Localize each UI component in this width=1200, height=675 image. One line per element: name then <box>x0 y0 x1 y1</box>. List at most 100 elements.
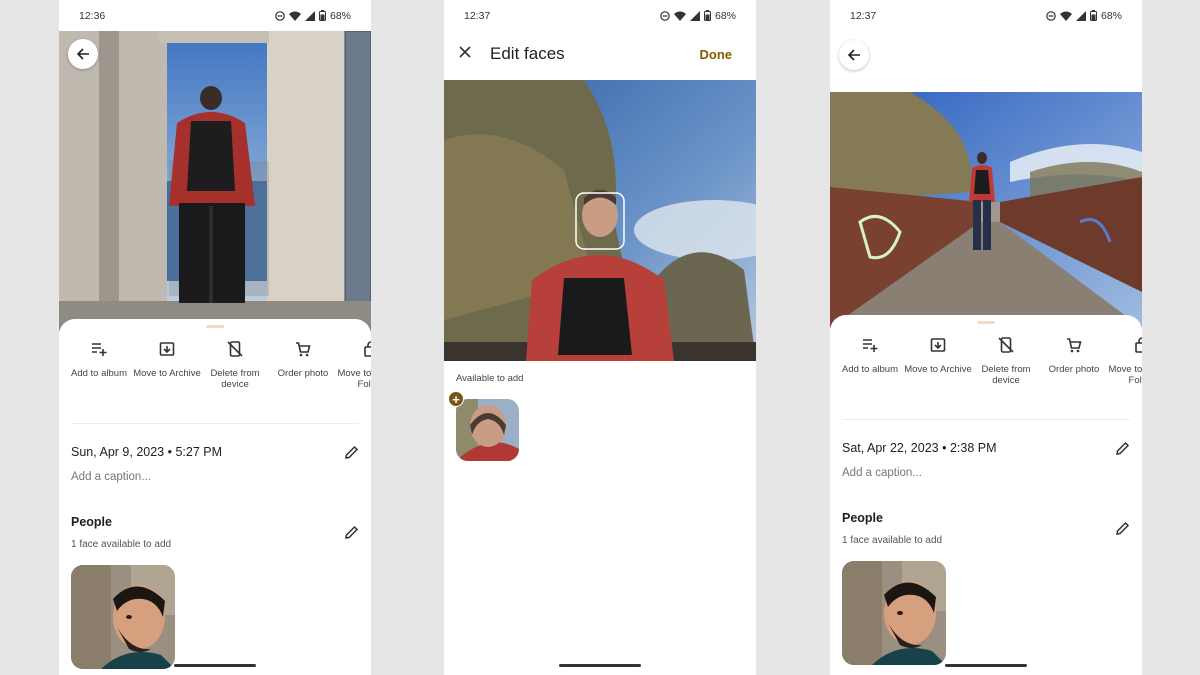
status-time: 12:37 <box>850 9 877 22</box>
cart-icon <box>1067 338 1082 353</box>
delete-from-device-button[interactable]: Delete from device <box>972 337 1040 386</box>
status-bar: 12:37 68% <box>444 0 756 31</box>
photo-man-bridge <box>830 92 1142 328</box>
delete-device-icon <box>998 337 1014 353</box>
archive-icon <box>159 342 175 356</box>
status-icons: 68% <box>275 10 351 22</box>
photo-datetime: Sat, Apr 22, 2023 • 2:38 PM <box>842 441 997 455</box>
move-to-archive-label: Move to Archive <box>133 368 201 379</box>
order-photo-button[interactable]: Order photo <box>1040 337 1108 375</box>
edit-people-icon[interactable] <box>1115 521 1130 536</box>
status-icons: 68% <box>1046 10 1122 22</box>
battery-icon <box>1089 10 1097 21</box>
people-heading: People <box>842 511 883 525</box>
home-indicator[interactable] <box>174 664 256 667</box>
status-bar: 12:37 68% <box>830 0 1142 31</box>
delete-from-device-button[interactable]: Delete from device <box>201 341 269 390</box>
do-not-disturb-icon <box>275 10 285 21</box>
wifi-icon <box>673 11 686 21</box>
home-indicator[interactable] <box>559 664 641 667</box>
back-button[interactable] <box>839 40 869 70</box>
edit-faces-header: Edit faces Done <box>444 31 756 79</box>
people-heading: People <box>71 515 112 529</box>
battery-percent: 68% <box>1100 9 1122 22</box>
photo-time: 2:38 PM <box>949 441 997 455</box>
battery-percent: 68% <box>329 9 351 22</box>
status-time: 12:36 <box>79 9 106 22</box>
details-sheet: Add to album Move to Archive Delete from… <box>830 315 1142 675</box>
status-bar: 12:36 68% <box>59 0 371 31</box>
playlist-add-icon <box>92 343 107 356</box>
action-row: Add to album Move to Archive Delete from… <box>59 341 371 421</box>
edit-datetime-icon[interactable] <box>1115 441 1130 456</box>
person-face-thumbnail[interactable] <box>71 565 175 669</box>
move-to-archive-label: Move to Archive <box>904 364 972 375</box>
order-photo-label: Order photo <box>1048 364 1100 375</box>
signal-icon <box>304 10 315 21</box>
available-to-add-label: Available to add <box>456 373 524 384</box>
add-to-album-button[interactable]: Add to album <box>65 341 133 379</box>
status-time: 12:37 <box>464 9 491 22</box>
arrow-back-icon <box>76 48 89 60</box>
photo-time: 5:27 PM <box>175 445 223 459</box>
separator-dot: • <box>942 441 950 455</box>
sheet-handle[interactable] <box>977 321 995 324</box>
edit-people-icon[interactable] <box>344 525 359 540</box>
photo-detail-screen-1: 12:36 68% Add to album Move to Archive D… <box>59 0 371 675</box>
sheet-handle[interactable] <box>206 325 224 328</box>
archive-icon <box>930 338 946 352</box>
people-subtitle: 1 face available to add <box>71 539 172 550</box>
face-photo <box>71 565 175 669</box>
home-indicator[interactable] <box>945 664 1027 667</box>
order-photo-label: Order photo <box>277 368 329 379</box>
photo-date: Sat, Apr 22, 2023 <box>842 441 939 455</box>
face-photo <box>842 561 946 665</box>
divider <box>842 419 1130 420</box>
add-to-album-label: Add to album <box>842 364 898 375</box>
arrow-back-icon <box>847 49 860 61</box>
order-photo-button[interactable]: Order photo <box>269 341 337 379</box>
done-button[interactable]: Done <box>700 47 733 62</box>
caption-input[interactable]: Add a caption... <box>842 467 922 479</box>
photo-date: Sun, Apr 9, 2023 <box>71 445 165 459</box>
close-icon[interactable] <box>458 45 472 59</box>
add-face-badge[interactable]: + <box>448 391 464 407</box>
main-photo[interactable] <box>59 31 371 331</box>
do-not-disturb-icon <box>660 10 670 21</box>
face-photo-back-of-head <box>456 399 519 461</box>
back-button[interactable] <box>68 39 98 69</box>
delete-device-icon <box>227 341 243 357</box>
edit-datetime-icon[interactable] <box>344 445 359 460</box>
move-to-archive-button[interactable]: Move to Archive <box>133 341 201 379</box>
battery-icon <box>703 10 711 21</box>
move-to-locked-folder-label: Move to Locked Folder <box>337 368 371 390</box>
action-row: Add to album Move to Archive Delete from… <box>830 337 1142 417</box>
add-to-album-label: Add to album <box>71 368 127 379</box>
main-photo[interactable] <box>830 92 1142 328</box>
details-sheet: Add to album Move to Archive Delete from… <box>59 319 371 675</box>
page-title: Edit faces <box>490 44 565 63</box>
add-to-album-button[interactable]: Add to album <box>836 337 904 375</box>
do-not-disturb-icon <box>1046 10 1056 21</box>
move-to-locked-folder-button[interactable]: Move to Locked Folder <box>1108 337 1142 386</box>
battery-percent: 68% <box>714 9 736 22</box>
caption-input[interactable]: Add a caption... <box>71 471 151 483</box>
available-face-thumbnail[interactable] <box>456 399 519 461</box>
wifi-icon <box>288 11 301 21</box>
photo-datetime: Sun, Apr 9, 2023 • 5:27 PM <box>71 445 222 459</box>
photo-man-trees <box>444 80 756 361</box>
move-to-locked-folder-button[interactable]: Move to Locked Folder <box>337 341 371 390</box>
signal-icon <box>1075 10 1086 21</box>
people-subtitle: 1 face available to add <box>842 535 943 546</box>
wifi-icon <box>1059 11 1072 21</box>
delete-from-device-label: Delete from device <box>981 364 1031 386</box>
signal-icon <box>689 10 700 21</box>
battery-icon <box>318 10 326 21</box>
edit-faces-screen: 12:37 68% Edit faces Done Available to a… <box>444 0 756 675</box>
person-face-thumbnail[interactable] <box>842 561 946 665</box>
delete-from-device-label: Delete from device <box>210 368 260 390</box>
edit-photo <box>444 80 756 361</box>
move-to-archive-button[interactable]: Move to Archive <box>904 337 972 375</box>
cart-icon <box>296 342 311 357</box>
photo-archway-man <box>59 31 371 331</box>
